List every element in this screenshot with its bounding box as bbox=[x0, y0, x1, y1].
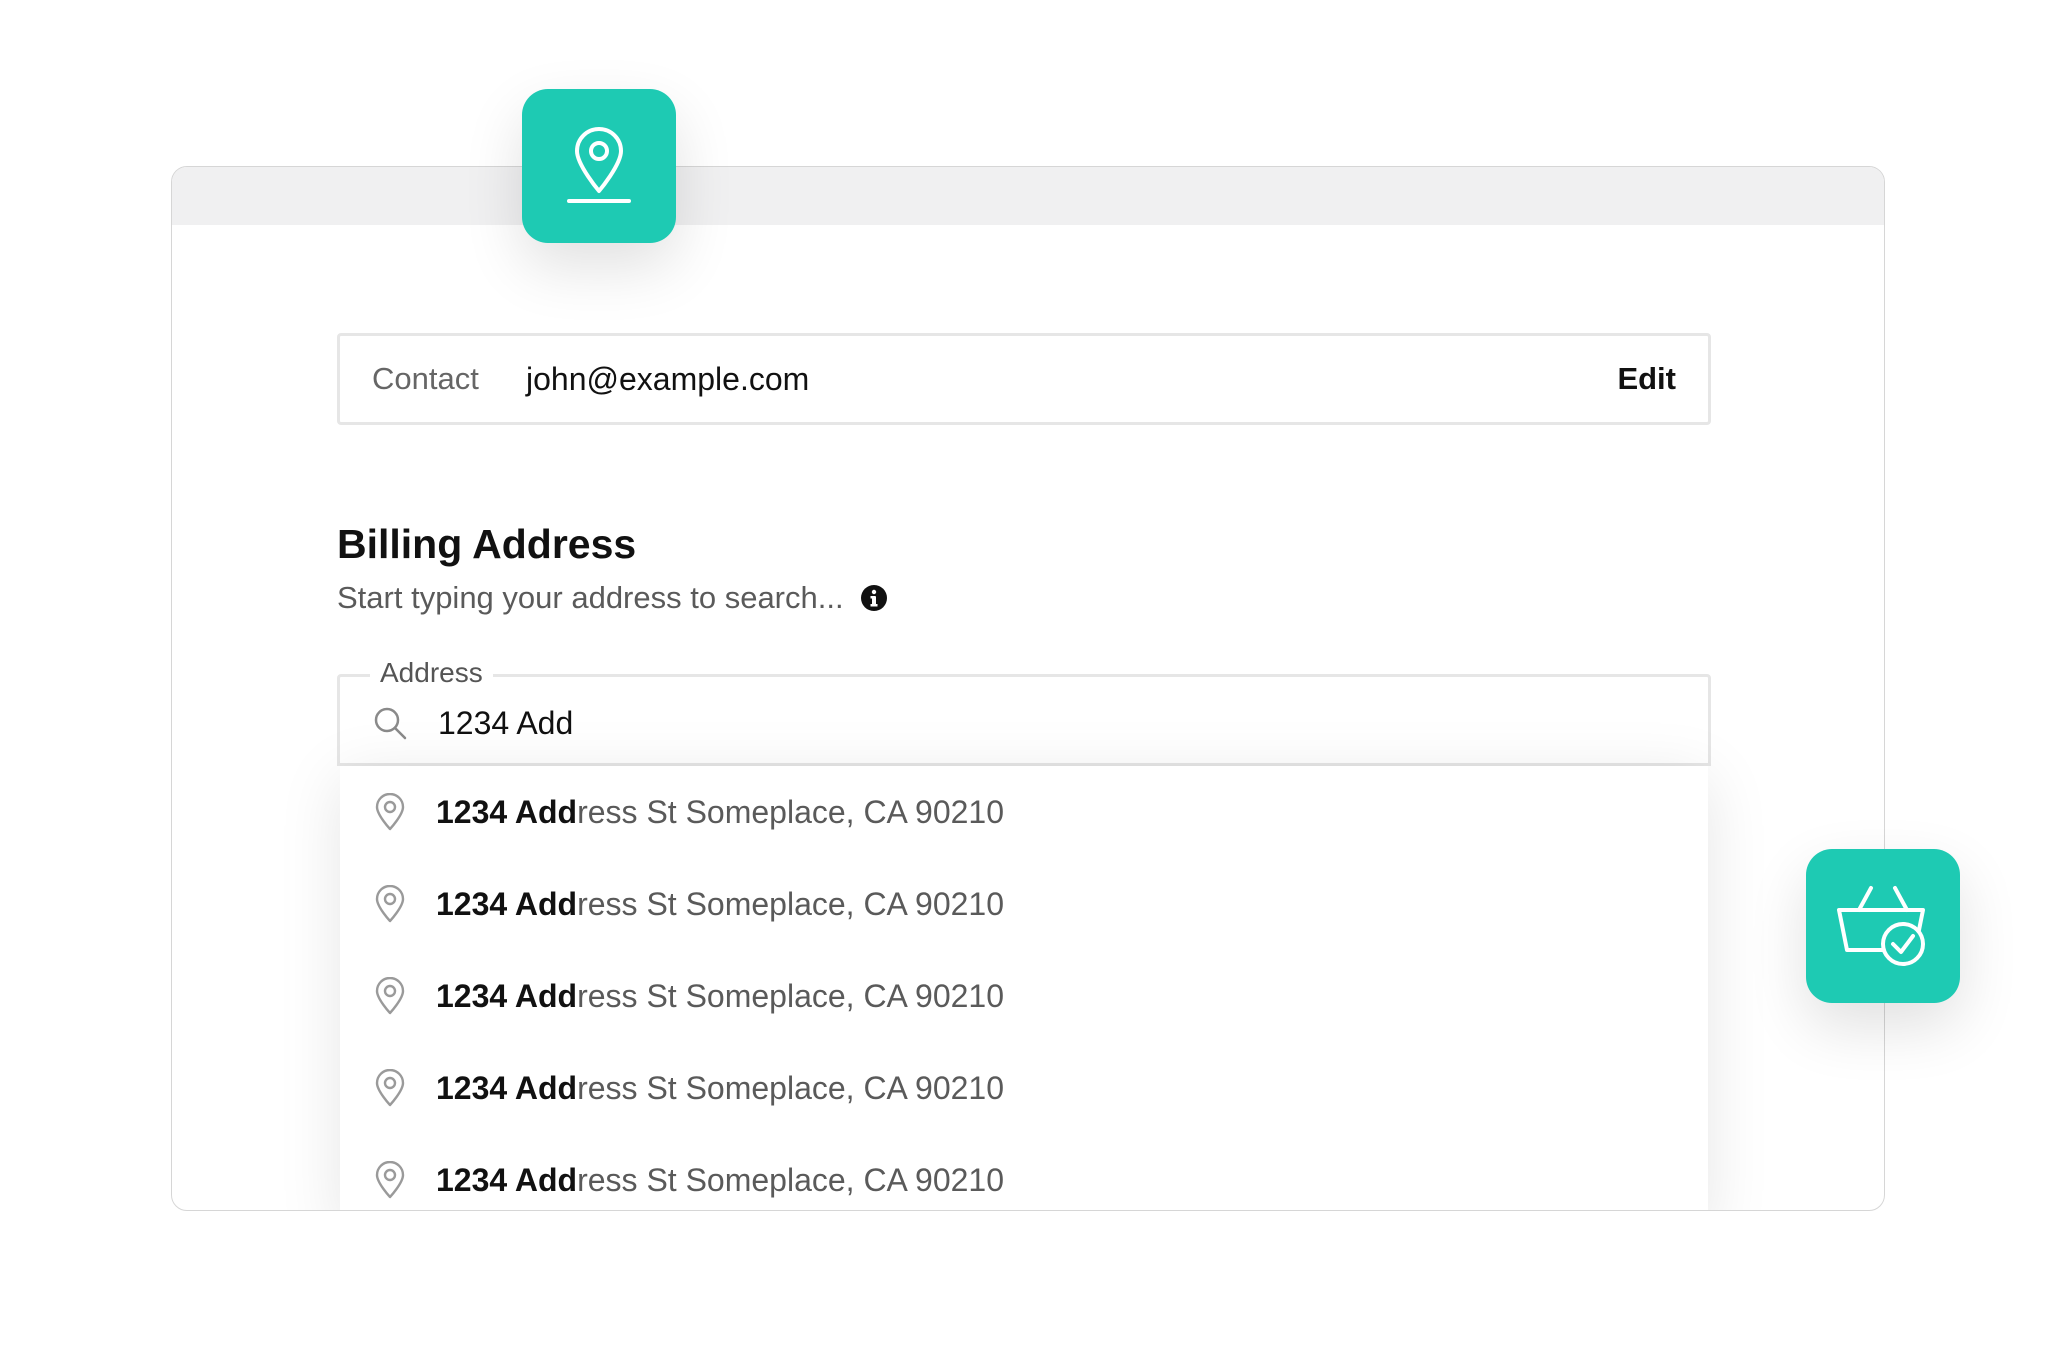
suggestion-match: 1234 Add bbox=[436, 793, 578, 830]
info-icon[interactable] bbox=[860, 584, 888, 612]
location-pin-icon bbox=[375, 885, 405, 923]
suggestion-text: 1234 Address St Someplace, CA 90210 bbox=[436, 1162, 1004, 1199]
contact-summary: Contact john@example.com Edit bbox=[337, 333, 1711, 425]
window-titlebar bbox=[172, 167, 1884, 225]
suggestion-match: 1234 Add bbox=[436, 885, 578, 922]
address-suggestion[interactable]: 1234 Address St Someplace, CA 90210 bbox=[340, 766, 1708, 858]
address-suggestion[interactable]: 1234 Address St Someplace, CA 90210 bbox=[340, 950, 1708, 1042]
suggestion-match: 1234 Add bbox=[436, 977, 578, 1014]
edit-contact-link[interactable]: Edit bbox=[1617, 361, 1676, 397]
address-input[interactable] bbox=[438, 704, 1676, 742]
address-suggestion[interactable]: 1234 Address St Someplace, CA 90210 bbox=[340, 1134, 1708, 1210]
basket-badge bbox=[1806, 849, 1960, 1003]
suggestion-text: 1234 Address St Someplace, CA 90210 bbox=[436, 1070, 1004, 1107]
suggestion-rest: ress St Someplace, CA 90210 bbox=[577, 1161, 1004, 1198]
billing-address-hint-text: Start typing your address to search... bbox=[337, 580, 844, 615]
checkout-window: Contact john@example.com Edit Billing Ad… bbox=[171, 166, 1885, 1211]
location-pin-icon bbox=[375, 977, 405, 1015]
stage: Contact john@example.com Edit Billing Ad… bbox=[0, 0, 2048, 1345]
address-suggestions-dropdown: 1234 Address St Someplace, CA 90210 1234… bbox=[340, 766, 1708, 1210]
suggestion-rest: ress St Someplace, CA 90210 bbox=[577, 1069, 1004, 1106]
location-pin-icon bbox=[375, 1069, 405, 1107]
billing-address-heading: Billing Address bbox=[337, 521, 637, 567]
billing-address-hint: Start typing your address to search... bbox=[337, 580, 888, 616]
location-pin-icon bbox=[375, 793, 405, 831]
suggestion-text: 1234 Address St Someplace, CA 90210 bbox=[436, 886, 1004, 923]
basket-check-icon bbox=[1837, 886, 1925, 966]
contact-email: john@example.com bbox=[526, 360, 810, 397]
address-suggestion[interactable]: 1234 Address St Someplace, CA 90210 bbox=[340, 858, 1708, 950]
location-pin-icon bbox=[375, 1161, 405, 1199]
suggestion-rest: ress St Someplace, CA 90210 bbox=[577, 793, 1004, 830]
address-suggestion[interactable]: 1234 Address St Someplace, CA 90210 bbox=[340, 1042, 1708, 1134]
suggestion-text: 1234 Address St Someplace, CA 90210 bbox=[436, 794, 1004, 831]
suggestion-text: 1234 Address St Someplace, CA 90210 bbox=[436, 978, 1004, 1015]
suggestion-rest: ress St Someplace, CA 90210 bbox=[577, 977, 1004, 1014]
suggestion-match: 1234 Add bbox=[436, 1161, 578, 1198]
suggestion-match: 1234 Add bbox=[436, 1069, 578, 1106]
address-field[interactable]: Address bbox=[337, 655, 1711, 766]
search-icon bbox=[374, 707, 407, 740]
contact-label: Contact bbox=[372, 361, 479, 396]
address-field-label: Address bbox=[370, 655, 493, 691]
location-pin-icon bbox=[567, 127, 631, 203]
location-badge bbox=[522, 89, 676, 243]
suggestion-rest: ress St Someplace, CA 90210 bbox=[577, 885, 1004, 922]
